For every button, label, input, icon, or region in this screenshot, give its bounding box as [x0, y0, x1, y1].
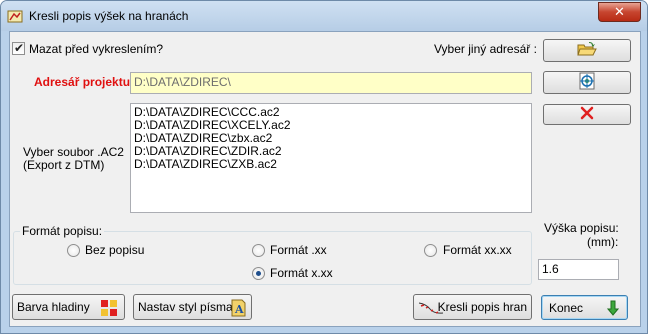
select-file-sublabel: (Export z DTM) [23, 158, 105, 172]
end-label: Konec [549, 300, 584, 315]
dialog-client-area: ✔ Mazat před vykreslením? Vyber jiný adr… [9, 31, 641, 327]
close-icon: ✕ [614, 4, 625, 19]
app-icon [7, 8, 23, 24]
radio-format-x-xx[interactable] [252, 267, 265, 280]
edge-drawing-icon [418, 300, 444, 319]
project-dir-label: Adresář projektu: [34, 75, 135, 89]
delete-before-draw-checkbox[interactable]: ✔ [12, 41, 25, 55]
choose-other-dir-label: Vyber jiný adresář : [434, 42, 537, 56]
font-style-label: Nastav styl písma [138, 300, 233, 314]
radio-format-xx-xx[interactable] [424, 244, 437, 257]
label-height-unit: (mm): [587, 235, 619, 249]
radio-format-dot-xx[interactable] [252, 244, 265, 257]
project-dir-field[interactable]: D:\DATA\ZDIREC\ [130, 72, 532, 94]
radio-format-dot-xx-text: Formát .xx [270, 243, 327, 257]
browse-folder-button[interactable] [543, 39, 631, 62]
draw-labels-button[interactable]: Kresli popis hran [413, 294, 532, 320]
color-palette-icon [100, 299, 118, 320]
file-listbox[interactable]: D:\DATA\ZDIREC\CCC.ac2 D:\DATA\ZDIREC\XC… [130, 103, 532, 213]
dialog-window: Kresli popis výšek na hranách ✕ ✔ Mazat … [0, 0, 648, 334]
close-button[interactable]: ✕ [598, 2, 641, 22]
target-map-icon [577, 72, 597, 93]
draw-labels-label: Kresli popis hran [437, 300, 527, 314]
radio-no-label-text: Bez popisu [85, 243, 145, 257]
radio-format-x-xx-text: Formát x.xx [270, 266, 333, 280]
svg-text:A: A [234, 303, 244, 316]
list-item[interactable]: D:\DATA\ZDIREC\ZXB.ac2 [134, 158, 528, 171]
checkmark-icon: ✔ [14, 41, 25, 55]
label-height-input[interactable]: 1.6 [538, 259, 619, 280]
select-file-label: Vyber soubor .AC2 [23, 145, 124, 159]
label-height-title: Výška popisu: [544, 221, 619, 235]
font-icon: A [229, 298, 247, 321]
locate-project-button[interactable] [543, 71, 631, 94]
level-color-button[interactable]: Barva hladiny [12, 294, 125, 320]
arrow-down-icon [606, 300, 620, 319]
remove-file-button[interactable] [543, 104, 631, 125]
level-color-label: Barva hladiny [17, 300, 90, 314]
window-title: Kresli popis výšek na hranách [29, 9, 189, 23]
radio-format-xx-xx-text: Formát xx.xx [443, 243, 512, 257]
font-style-button[interactable]: Nastav styl písma A [133, 294, 252, 320]
title-bar[interactable]: Kresli popis výšek na hranách ✕ [1, 1, 647, 31]
radio-no-label[interactable] [67, 244, 80, 257]
delete-before-draw-label: Mazat před vykreslením? [29, 42, 164, 56]
open-folder-icon [577, 41, 597, 60]
format-group-label: Formát popisu: [20, 224, 105, 238]
end-button[interactable]: Konec [541, 295, 628, 320]
red-x-icon [580, 106, 594, 123]
